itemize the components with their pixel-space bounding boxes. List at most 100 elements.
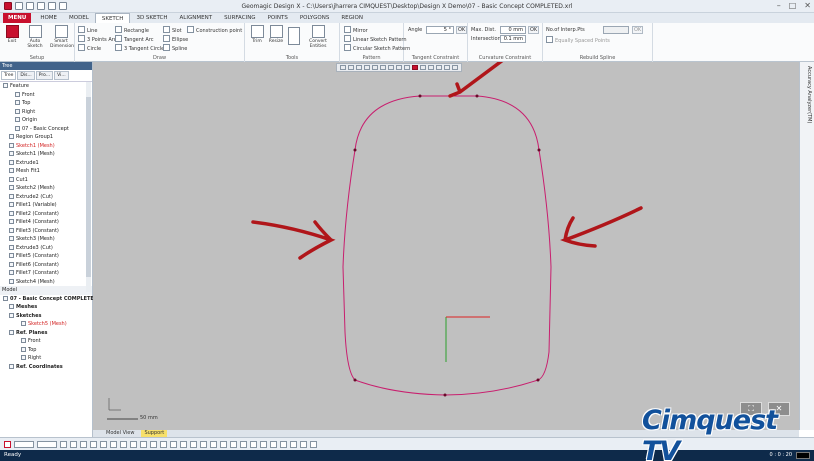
selection-mode-icon[interactable] [4,440,11,448]
select-icon-11[interactable] [160,440,167,448]
select-icon-14[interactable] [190,440,197,448]
tree-item[interactable]: Sketch1 (Mesh) [0,150,92,159]
tree-item[interactable]: Feature [0,82,92,91]
tab-region[interactable]: REGION [335,13,369,23]
tree-item[interactable]: Sketch3 (Mesh) [0,235,92,244]
angle-input[interactable]: 5 ° [426,26,454,34]
ellipse-tool[interactable]: Ellipse [163,35,188,43]
select-icon-8[interactable] [130,440,137,448]
tree-item[interactable]: Top [0,99,92,108]
tree-item[interactable]: Fillet5 (Constant) [0,252,92,261]
tree-item[interactable]: Sketches [0,312,92,321]
select-icon-25[interactable] [300,440,307,448]
tab-polygons[interactable]: POLYGONS [294,13,336,23]
tab-menu[interactable]: MENU [3,13,32,23]
select-icon-6[interactable] [110,440,117,448]
tree-item[interactable]: Region Group1 [0,133,92,142]
three-tangent-circle-tool[interactable]: 3 Tangent Circle [115,44,164,52]
close-icon[interactable]: ✕ [804,1,811,10]
select-icon-23[interactable] [280,440,287,448]
select-icon-20[interactable] [250,440,257,448]
tree-item[interactable]: Cut1 [0,176,92,185]
sketch-canvas[interactable] [93,62,799,430]
tab-points[interactable]: POINTS [262,13,294,23]
tree-item[interactable]: Ref. Coordinates [0,363,92,372]
tree-scrollbar[interactable] [86,82,91,292]
tree-scrollbar-thumb[interactable] [86,97,91,277]
select-icon-10[interactable] [150,440,157,448]
tab-support[interactable]: Support [141,430,168,437]
auto-sketch-button[interactable]: Auto Sketch [26,25,44,49]
tab-surfacing[interactable]: SURFACING [218,13,262,23]
mirror-tool[interactable]: Mirror [344,26,368,34]
tab-tree[interactable]: Tree [1,71,17,80]
tab-view[interactable]: Vi... [54,71,69,80]
circle-tool[interactable]: Circle [78,44,101,52]
trim-button[interactable]: Trim [248,25,266,44]
tab-properties[interactable]: Pro... [35,71,54,80]
select-icon-21[interactable] [260,440,267,448]
tree-item[interactable]: Right [0,354,92,363]
tree-item[interactable]: Sketch5 (Mesh) [0,320,92,329]
select-icon-5[interactable] [100,440,107,448]
select-icon-3[interactable] [80,440,87,448]
tree-item[interactable]: Fillet2 (Constant) [0,210,92,219]
tree-item[interactable]: 07 - Basic Concept COMPLETED [0,295,98,304]
tree-item[interactable]: Fillet1 (Variable) [0,201,92,210]
maximize-icon[interactable]: □ [789,1,797,10]
angle-ok-button[interactable]: OK [456,26,468,34]
tab-display[interactable]: Dis... [17,71,35,80]
filter-icon[interactable] [14,440,34,448]
interp-pts-input[interactable] [603,26,629,34]
line-tool[interactable]: Line [78,26,97,34]
resize-button[interactable]: Resize [267,25,285,44]
select-icon-9[interactable] [140,440,147,448]
smart-dimension-button[interactable]: Smart Dimension [50,25,74,49]
tree-item[interactable]: Fillet4 (Constant) [0,218,92,227]
rebuild-ok-button[interactable]: OK [632,26,644,34]
select-icon-26[interactable] [310,440,317,448]
curvature-ok-button[interactable]: OK [528,26,540,34]
tree-item[interactable]: Sketch2 (Mesh) [0,184,92,193]
tree-item[interactable]: Meshes [0,303,92,312]
filter-option-icon[interactable] [37,440,57,448]
minimize-icon[interactable]: – [777,1,781,10]
equally-spaced-checkbox[interactable]: Equally Spaced Points [546,36,610,44]
tab-alignment[interactable]: ALIGNMENT [174,13,219,23]
select-icon-4[interactable] [90,440,97,448]
linear-sketch-pattern-tool[interactable]: Linear Sketch Pattern [344,35,407,43]
tree-item[interactable]: 07 - Basic Concept [0,125,92,134]
tree-item[interactable]: Extrude3 (Cut) [0,244,92,253]
3d-viewport[interactable]: 50 mm [93,62,799,430]
select-icon-7[interactable] [120,440,127,448]
tree-item[interactable]: Top [0,346,92,355]
tree-item[interactable]: Fillet6 (Constant) [0,261,92,270]
tab-model-view[interactable]: Model View [103,430,137,437]
rectangle-tool[interactable]: Rectangle [115,26,149,34]
select-icon-19[interactable] [240,440,247,448]
select-icon-16[interactable] [210,440,217,448]
select-icon-13[interactable] [180,440,187,448]
three-points-arc-tool[interactable]: 3 Points Arc [78,35,117,43]
max-dist-input[interactable]: 0 mm [500,26,526,34]
exit-button[interactable]: Exit [3,25,21,44]
tab-model[interactable]: MODEL [63,13,95,23]
select-icon-17[interactable] [220,440,227,448]
tree-item[interactable]: Fillet7 (Constant) [0,269,92,278]
tab-sketch[interactable]: SKETCH [94,13,131,23]
tree-item[interactable]: Extrude2 (Cut) [0,193,92,202]
tree-item[interactable]: Front [0,337,92,346]
construction-point-tool[interactable]: Construction point [187,26,242,34]
sketch-tools-grid[interactable] [287,27,301,46]
accuracy-analyzer-tab[interactable]: Accuracy Analyzer(TM) [802,66,812,123]
tree-item[interactable]: Origin [0,116,92,125]
select-icon-2[interactable] [70,440,77,448]
slot-tool[interactable]: Slot [163,26,182,34]
select-icon-24[interactable] [290,440,297,448]
sketch-profile[interactable] [342,95,552,396]
select-icon-1[interactable] [60,440,67,448]
select-icon-15[interactable] [200,440,207,448]
convert-entities-button[interactable]: Convert Entities [307,25,329,49]
tree-item[interactable]: Sketch1 (Mesh) [0,142,92,151]
select-icon-12[interactable] [170,440,177,448]
